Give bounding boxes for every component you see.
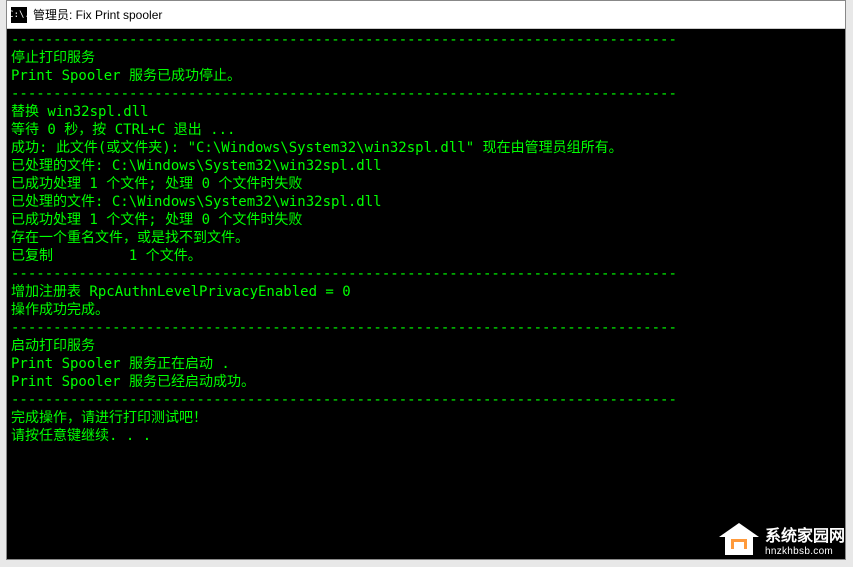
watermark: 系统家园网 hnzkhbsb.com xyxy=(719,522,845,557)
terminal-line: 存在一个重名文件，或是找不到文件。 xyxy=(11,229,841,247)
terminal-line: 已复制 1 个文件。 xyxy=(11,247,841,265)
watermark-text: 系统家园网 hnzkhbsb.com xyxy=(765,522,845,557)
terminal-line: Print Spooler 服务正在启动 . xyxy=(11,355,841,373)
terminal-line: 操作成功完成。 xyxy=(11,301,841,319)
terminal-line: 停止打印服务 xyxy=(11,49,841,67)
terminal-line: ----------------------------------------… xyxy=(11,265,841,283)
terminal-line: 已成功处理 1 个文件; 处理 0 个文件时失败 xyxy=(11,175,841,193)
watermark-domain: hnzkhbsb.com xyxy=(765,546,845,557)
terminal-output[interactable]: ----------------------------------------… xyxy=(7,29,845,559)
terminal-line: ----------------------------------------… xyxy=(11,31,841,49)
terminal-line: 已处理的文件: C:\Windows\System32\win32spl.dll xyxy=(11,193,841,211)
terminal-line: 已成功处理 1 个文件; 处理 0 个文件时失败 xyxy=(11,211,841,229)
watermark-name: 系统家园网 xyxy=(765,522,845,546)
terminal-line: 请按任意键继续. . . xyxy=(11,427,841,445)
terminal-line: 等待 0 秒，按 CTRL+C 退出 ... xyxy=(11,121,841,139)
terminal-line: ----------------------------------------… xyxy=(11,319,841,337)
terminal-line: 启动打印服务 xyxy=(11,337,841,355)
terminal-line: 替换 win32spl.dll xyxy=(11,103,841,121)
house-icon xyxy=(719,523,759,557)
terminal-line: 增加注册表 RpcAuthnLevelPrivacyEnabled = 0 xyxy=(11,283,841,301)
terminal-line: ----------------------------------------… xyxy=(11,391,841,409)
terminal-line: Print Spooler 服务已成功停止。 xyxy=(11,67,841,85)
terminal-line: 成功: 此文件(或文件夹): "C:\Windows\System32\win3… xyxy=(11,139,841,157)
terminal-line: ----------------------------------------… xyxy=(11,85,841,103)
terminal-line: 已处理的文件: C:\Windows\System32\win32spl.dll xyxy=(11,157,841,175)
window-title: 管理员: Fix Print spooler xyxy=(33,6,162,23)
terminal-line: 完成操作，请进行打印测试吧！ xyxy=(11,409,841,427)
cmd-icon: C:\. xyxy=(11,7,27,23)
terminal-line: Print Spooler 服务已经启动成功。 xyxy=(11,373,841,391)
command-prompt-window: C:\. 管理员: Fix Print spooler ------------… xyxy=(6,0,846,560)
titlebar[interactable]: C:\. 管理员: Fix Print spooler xyxy=(7,1,845,29)
